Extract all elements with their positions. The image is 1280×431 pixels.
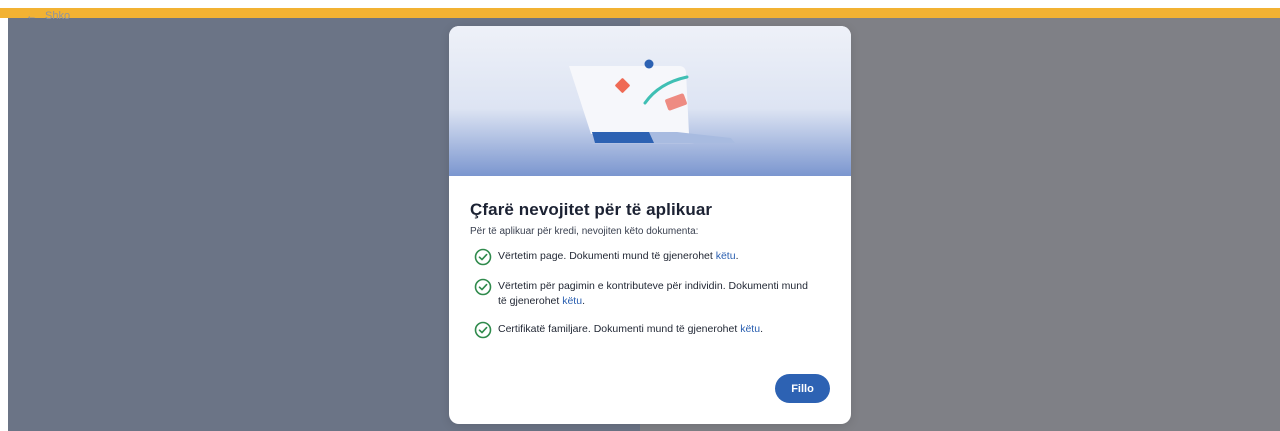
document-illustration [569, 59, 735, 144]
requirements-modal: Çfarë nevojitet për të aplikuar Për të a… [449, 26, 851, 424]
requirement-item: Vërtetim për pagimin e kontributeve për … [474, 278, 830, 309]
requirement-period: . [582, 295, 585, 307]
check-circle-icon [474, 278, 492, 296]
background-back-link: ← Shko [26, 10, 70, 22]
requirement-description: Vërtetim page. Dokumenti mund të gjenero… [498, 250, 716, 262]
requirement-link[interactable]: këtu [716, 250, 736, 262]
top-accent-bar [0, 8, 1280, 18]
requirement-description: Certifikatë familjare. Dokumenti mund të… [498, 323, 741, 335]
modal-title: Çfarë nevojitet për të aplikuar [470, 200, 713, 219]
requirement-text: Certifikatë familjare. Dokumenti mund të… [498, 322, 763, 337]
requirement-description: Vërtetim për pagimin e kontributeve për … [498, 280, 808, 307]
requirement-link[interactable]: këtu [740, 323, 760, 335]
requirement-item: Certifikatë familjare. Dokumenti mund të… [474, 321, 830, 339]
requirement-link[interactable]: këtu [562, 295, 582, 307]
background-back-label: Shko [45, 10, 71, 22]
requirement-period: . [735, 250, 739, 262]
modal-hero [449, 26, 851, 176]
check-circle-icon [474, 248, 492, 266]
requirement-text: Vërtetim për pagimin e kontributeve për … [498, 279, 818, 309]
requirement-text: Vërtetim page. Dokumenti mund të gjenero… [498, 249, 739, 264]
arrow-left-icon: ← [26, 10, 37, 22]
modal-content: Çfarë nevojitet për të aplikuar Për të a… [470, 200, 830, 352]
check-circle-icon [474, 321, 492, 339]
requirement-period: . [760, 323, 763, 335]
modal-subtitle: Për të aplikuar për kredi, nevojiten kët… [470, 226, 699, 237]
start-button[interactable]: Fillo [775, 374, 830, 403]
requirement-item: Vërtetim page. Dokumenti mund të gjenero… [474, 248, 830, 266]
